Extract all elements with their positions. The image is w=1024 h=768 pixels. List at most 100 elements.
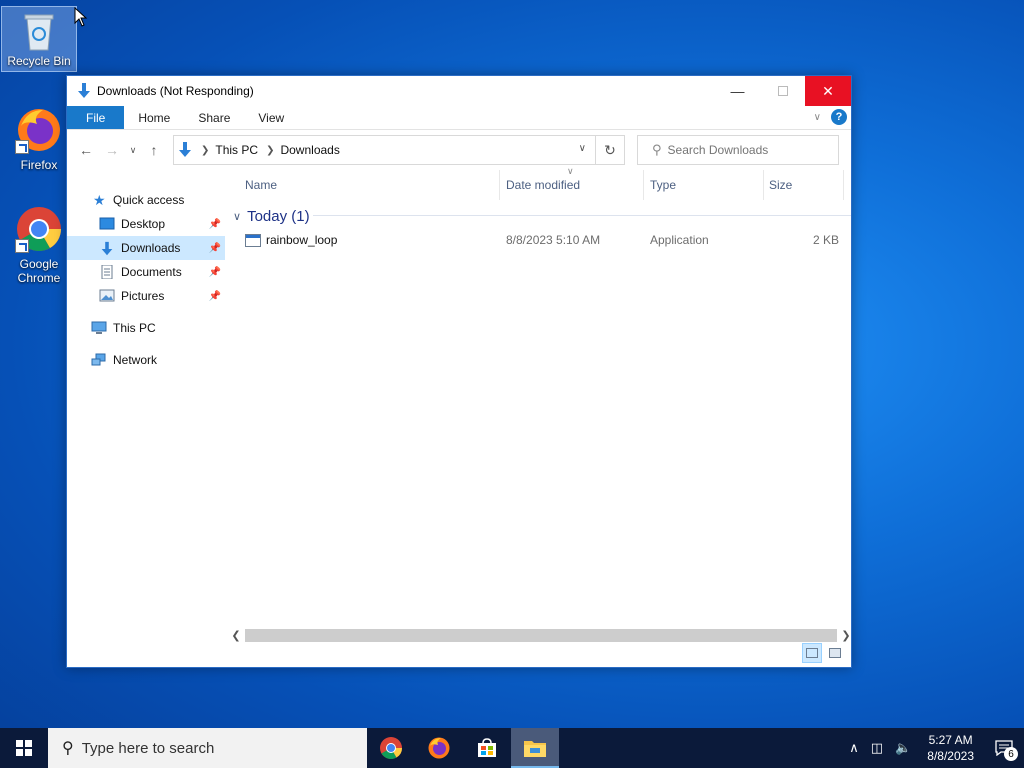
column-header-name[interactable]: Name bbox=[245, 178, 277, 192]
sidebar-item-this-pc[interactable]: This PC bbox=[67, 316, 225, 340]
desktop-icon-label: Recycle Bin bbox=[7, 54, 71, 68]
taskbar: ⚲ Type here to search ∧ ◫ 🔈 5:27 AM 8/8/… bbox=[0, 728, 1024, 768]
expand-ribbon-icon[interactable]: ∨ bbox=[814, 112, 821, 123]
forward-button[interactable]: → bbox=[99, 142, 125, 158]
taskbar-chrome[interactable] bbox=[367, 728, 415, 768]
file-list: Name ∨ Date modified Type Size ∨ Today (… bbox=[229, 166, 851, 633]
tab-home[interactable]: Home bbox=[124, 106, 184, 129]
network-icon bbox=[91, 353, 107, 367]
view-switcher bbox=[802, 643, 845, 663]
close-button[interactable]: ✕ bbox=[805, 76, 851, 106]
recycle-bin-icon bbox=[19, 10, 59, 52]
search-icon: ⚲ bbox=[62, 740, 74, 757]
breadcrumb-downloads[interactable]: Downloads bbox=[280, 143, 339, 157]
back-button[interactable]: ← bbox=[73, 142, 99, 158]
pictures-icon bbox=[99, 289, 115, 303]
address-bar[interactable]: ❯ This PC ❯ Downloads ∨ bbox=[173, 135, 625, 165]
sidebar-item-network[interactable]: Network bbox=[67, 348, 225, 372]
breadcrumb-separator-icon: ❯ bbox=[201, 144, 210, 156]
folder-icon bbox=[524, 741, 546, 757]
windows-logo-icon bbox=[16, 740, 32, 756]
collapse-group-icon: ∨ bbox=[233, 210, 242, 223]
desktop-icon-label: Google Chrome bbox=[17, 257, 61, 285]
group-header-today[interactable]: ∨ Today (1) bbox=[229, 204, 851, 228]
pin-icon[interactable]: 📌 bbox=[209, 267, 221, 278]
taskbar-microsoft-store[interactable] bbox=[463, 728, 511, 768]
taskbar-search-box[interactable]: ⚲ Type here to search bbox=[48, 728, 367, 768]
application-icon bbox=[245, 233, 261, 247]
file-size: 2 KB bbox=[813, 233, 840, 247]
search-icon: ⚲ bbox=[652, 142, 662, 157]
details-view-icon bbox=[806, 648, 818, 658]
sidebar-item-pictures[interactable]: Pictures 📌 bbox=[67, 284, 225, 308]
chrome-icon bbox=[380, 737, 402, 759]
table-row[interactable]: rainbow_loop 8/8/2023 5:10 AM Applicatio… bbox=[229, 228, 851, 252]
sidebar-item-label: Desktop bbox=[121, 217, 166, 231]
scroll-right-icon[interactable]: ❯ bbox=[839, 629, 853, 642]
title-bar[interactable]: Downloads (Not Responding) — ✕ bbox=[67, 76, 851, 106]
pin-icon[interactable]: 📌 bbox=[209, 243, 221, 254]
file-name: rainbow_loop bbox=[266, 233, 338, 247]
download-arrow-icon bbox=[99, 241, 115, 256]
scroll-left-icon[interactable]: ❮ bbox=[229, 629, 243, 642]
up-button[interactable]: ↑ bbox=[141, 142, 167, 158]
pin-icon[interactable]: 📌 bbox=[209, 291, 221, 302]
network-icon[interactable]: ◫ bbox=[871, 740, 883, 756]
horizontal-scrollbar[interactable]: ❮ ❯ bbox=[229, 627, 853, 644]
sidebar-item-downloads[interactable]: Downloads 📌 bbox=[67, 236, 225, 260]
breadcrumb-this-pc[interactable]: This PC bbox=[215, 143, 258, 157]
clock[interactable]: 5:27 AM 8/8/2023 bbox=[927, 732, 974, 764]
sidebar-item-desktop[interactable]: Desktop 📌 bbox=[67, 212, 225, 236]
sidebar-item-label: Documents bbox=[121, 265, 182, 279]
sidebar-item-label: This PC bbox=[113, 321, 156, 335]
start-button[interactable] bbox=[0, 728, 48, 768]
action-center-button[interactable]: 6 bbox=[984, 728, 1024, 768]
pin-icon[interactable]: 📌 bbox=[209, 219, 221, 230]
maximize-button[interactable] bbox=[760, 76, 805, 106]
navigation-bar: ← → ∨ ↑ ❯ This PC ❯ Downloads ∨ ↻ ⚲ bbox=[67, 130, 851, 170]
column-header-type[interactable]: Type bbox=[650, 178, 676, 192]
notification-count-badge: 6 bbox=[1004, 747, 1018, 761]
tab-view[interactable]: View bbox=[244, 106, 298, 129]
address-dropdown-icon[interactable]: ∨ bbox=[579, 143, 586, 154]
taskbar-firefox[interactable] bbox=[415, 728, 463, 768]
sidebar-item-label: Quick access bbox=[113, 193, 185, 207]
column-header-date-modified[interactable]: Date modified bbox=[506, 178, 580, 192]
refresh-button[interactable]: ↻ bbox=[595, 135, 625, 165]
volume-icon[interactable]: 🔈 bbox=[895, 740, 911, 756]
sort-indicator-icon: ∨ bbox=[567, 166, 574, 176]
recent-locations-button[interactable]: ∨ bbox=[125, 145, 141, 156]
taskbar-file-explorer[interactable] bbox=[511, 728, 559, 768]
star-icon: ★ bbox=[93, 192, 106, 208]
minimize-button[interactable]: — bbox=[715, 76, 760, 106]
system-tray: ∧ ◫ 🔈 5:27 AM 8/8/2023 6 bbox=[843, 728, 1024, 768]
help-icon[interactable]: ? bbox=[831, 109, 847, 125]
details-view-button[interactable] bbox=[802, 643, 822, 663]
mouse-cursor-icon bbox=[74, 7, 88, 27]
show-hidden-icons-icon[interactable]: ∧ bbox=[849, 740, 859, 756]
store-icon bbox=[478, 738, 496, 757]
column-header-size[interactable]: Size bbox=[769, 178, 792, 192]
maximize-icon bbox=[777, 86, 788, 96]
sidebar-item-quick-access[interactable]: ★ Quick access bbox=[67, 188, 225, 212]
search-input[interactable] bbox=[667, 143, 828, 157]
scrollbar-thumb[interactable] bbox=[245, 629, 837, 642]
explorer-window: Downloads (Not Responding) — ✕ File Home… bbox=[66, 75, 852, 668]
search-box[interactable]: ⚲ bbox=[637, 135, 839, 165]
firefox-icon bbox=[15, 106, 63, 154]
clock-time: 5:27 AM bbox=[928, 733, 973, 747]
taskbar-search-placeholder: Type here to search bbox=[81, 739, 215, 757]
clock-date: 8/8/2023 bbox=[927, 749, 974, 763]
sidebar-item-documents[interactable]: Documents 📌 bbox=[67, 260, 225, 284]
chrome-icon bbox=[15, 205, 63, 253]
group-label: Today (1) bbox=[247, 207, 310, 225]
download-arrow-icon bbox=[76, 82, 92, 100]
sidebar-item-label: Pictures bbox=[121, 289, 165, 303]
tab-file[interactable]: File bbox=[67, 106, 125, 129]
large-icons-view-button[interactable] bbox=[825, 643, 845, 663]
download-arrow-icon bbox=[177, 141, 193, 159]
desktop-icon-recycle-bin[interactable]: Recycle Bin bbox=[1, 6, 77, 72]
tab-share[interactable]: Share bbox=[184, 106, 244, 129]
ribbon-tabs: File Home Share View ∨ ? bbox=[67, 106, 851, 130]
large-icons-view-icon bbox=[829, 648, 841, 658]
